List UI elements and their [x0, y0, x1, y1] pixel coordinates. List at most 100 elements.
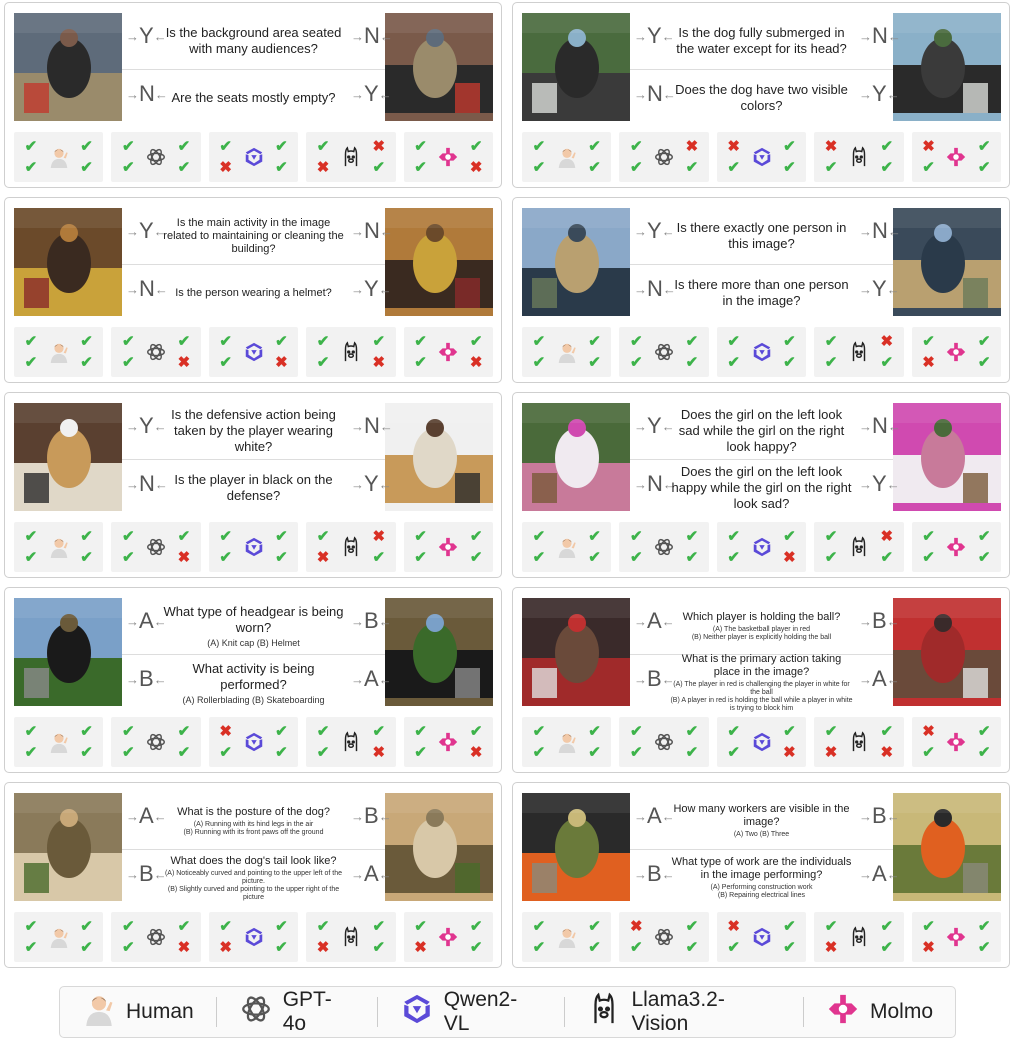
cross-icon: ✖ [922, 138, 935, 155]
molmo-icon [945, 926, 967, 948]
check-icon: ✔ [532, 528, 546, 545]
check-icon: ✔ [177, 138, 191, 155]
check-icon: ✔ [121, 723, 135, 740]
model-results: ✔ ✔ ✔ ✔ ✔ ✔ ✔ ✔ ✔ ✔ ✔ ✖ ✔ ✖ ✔ ✔ ✔ ✔ ✔ ✔ [522, 522, 1002, 572]
check-icon: ✔ [414, 528, 427, 545]
question-1-text: Is the background area seated with many … [165, 25, 342, 56]
right-answer-1: →N← [351, 413, 393, 438]
check-icon: ✔ [727, 354, 740, 371]
gpt-icon [653, 341, 675, 363]
example-card: →Y← →N← →N← →Y← Does the girl on the lef… [512, 392, 1010, 578]
check-icon: ✔ [24, 354, 38, 371]
check-icon: ✔ [80, 939, 93, 956]
question-1-text: Which player is holding the ball? [682, 610, 841, 623]
check-icon: ✔ [80, 549, 93, 566]
result-qwen: ✔ ✔ ✔ ✖ [208, 327, 299, 377]
question-2: Does the girl on the left look happy whi… [670, 461, 853, 515]
right-answer-2: →Y← [859, 471, 900, 496]
check-icon: ✔ [24, 549, 38, 566]
check-icon: ✔ [685, 159, 699, 176]
check-icon: ✔ [588, 744, 601, 761]
left-image [522, 598, 630, 706]
question-2: Is the player in black on the defense? [162, 461, 345, 515]
human-icon [82, 992, 116, 1032]
result-human: ✔ ✔ ✔ ✔ [522, 522, 612, 572]
result-llama: ✔ ✖ ✔ ✔ [814, 522, 904, 572]
result-llama: ✔ ✔ ✔ ✖ [306, 327, 396, 377]
left-answer-1: →Y← [634, 218, 675, 243]
result-human: ✔ ✔ ✔ ✔ [14, 522, 104, 572]
example-card: →Y← →N← →N← →Y← Is there exactly one per… [512, 197, 1010, 383]
check-icon: ✔ [219, 354, 232, 371]
qwen-icon [243, 146, 265, 168]
right-answer-2: →A← [859, 666, 900, 691]
right-answer-1: →N← [351, 23, 393, 48]
model-results: ✔ ✔ ✔ ✔ ✔ ✔ ✔ ✖ ✔ ✔ ✔ ✔ ✔ ✖ ✖ ✔ ✔ ✔ ✔ ✔ [14, 522, 494, 572]
check-icon: ✔ [685, 723, 699, 740]
check-icon: ✔ [316, 723, 330, 740]
question-area: →Y← →N← →N← →Y← Does the girl on the lef… [522, 403, 1001, 515]
right-image [893, 13, 1001, 121]
result-gpt: ✔ ✔ ✔ ✖ [111, 327, 201, 377]
model-results: ✔ ✔ ✔ ✔ ✔ ✔ ✔ ✖ ✔ ✔ ✔ ✖ ✔ ✔ ✔ ✖ ✔ ✔ ✔ ✖ [14, 327, 494, 377]
molmo-icon [945, 146, 967, 168]
question-divider [630, 264, 893, 265]
example-card: →A← →B← →B← →A← Which player is holding … [512, 587, 1010, 773]
check-icon: ✔ [80, 138, 93, 155]
question-options: (A) Rollerblading (B) Skateboarding [182, 694, 325, 705]
question-2-text: Is the person wearing a helmet? [175, 286, 332, 299]
left-answer-2: →N← [634, 81, 676, 106]
question-1-text: Is the defensive action being taken by t… [171, 407, 336, 454]
result-human: ✔ ✔ ✔ ✔ [14, 327, 104, 377]
result-gpt: ✔ ✔ ✔ ✔ [111, 717, 201, 767]
right-answer-1: →B← [859, 608, 900, 633]
question-2: What type of work are the individuals in… [670, 851, 853, 905]
cross-icon: ✖ [685, 138, 699, 155]
result-molmo: ✖ ✔ ✔ ✔ [911, 132, 1002, 182]
example-card: →Y← →N← →N← →Y← Is the main activity in … [4, 197, 502, 383]
check-icon: ✔ [783, 333, 796, 350]
left-answer-1: →Y← [126, 218, 167, 243]
molmo-icon [437, 731, 459, 753]
question-area: →Y← →N← →N← →Y← Is the main activity in … [14, 208, 493, 320]
left-image [14, 793, 122, 901]
llama-icon [848, 926, 870, 948]
question-options: (A) Performing construction work (B) Repa… [710, 884, 813, 899]
result-gpt: ✔ ✔ ✔ ✔ [619, 717, 709, 767]
check-icon: ✔ [783, 939, 796, 956]
question-divider [122, 459, 385, 460]
question-1: Is there exactly one person in this imag… [670, 208, 853, 264]
result-molmo: ✔ ✔ ✔ ✔ [403, 522, 494, 572]
cross-icon: ✖ [922, 723, 935, 740]
check-icon: ✔ [922, 333, 935, 350]
cross-icon: ✖ [880, 744, 894, 761]
question-2: Is there more than one person in the ima… [670, 266, 853, 320]
check-icon: ✔ [727, 528, 740, 545]
check-icon: ✔ [275, 528, 288, 545]
check-icon: ✔ [824, 333, 838, 350]
result-human: ✔ ✔ ✔ ✔ [522, 327, 612, 377]
question-divider [122, 849, 385, 850]
legend-llama: Llama3.2-Vision [565, 988, 803, 1036]
check-icon: ✔ [24, 744, 38, 761]
right-answer-2: →A← [351, 666, 392, 691]
left-answer-1: →Y← [634, 413, 675, 438]
check-icon: ✔ [414, 549, 427, 566]
check-icon: ✔ [532, 918, 546, 935]
check-icon: ✔ [372, 918, 386, 935]
check-icon: ✔ [629, 138, 643, 155]
question-2-text: What activity is being performed? [192, 660, 315, 692]
check-icon: ✔ [24, 723, 38, 740]
cross-icon: ✖ [372, 138, 386, 155]
right-answer-2: →Y← [351, 276, 392, 301]
result-qwen: ✔ ✔ ✔ ✖ [716, 717, 807, 767]
check-icon: ✔ [977, 333, 991, 350]
check-icon: ✔ [629, 549, 643, 566]
check-icon: ✔ [24, 918, 38, 935]
right-image [893, 598, 1001, 706]
check-icon: ✔ [629, 723, 643, 740]
right-image [893, 403, 1001, 511]
check-icon: ✔ [80, 528, 93, 545]
question-options: (A) The basketball player in red (B) Neit… [691, 625, 832, 641]
result-gpt: ✔ ✔ ✔ ✔ [111, 132, 201, 182]
